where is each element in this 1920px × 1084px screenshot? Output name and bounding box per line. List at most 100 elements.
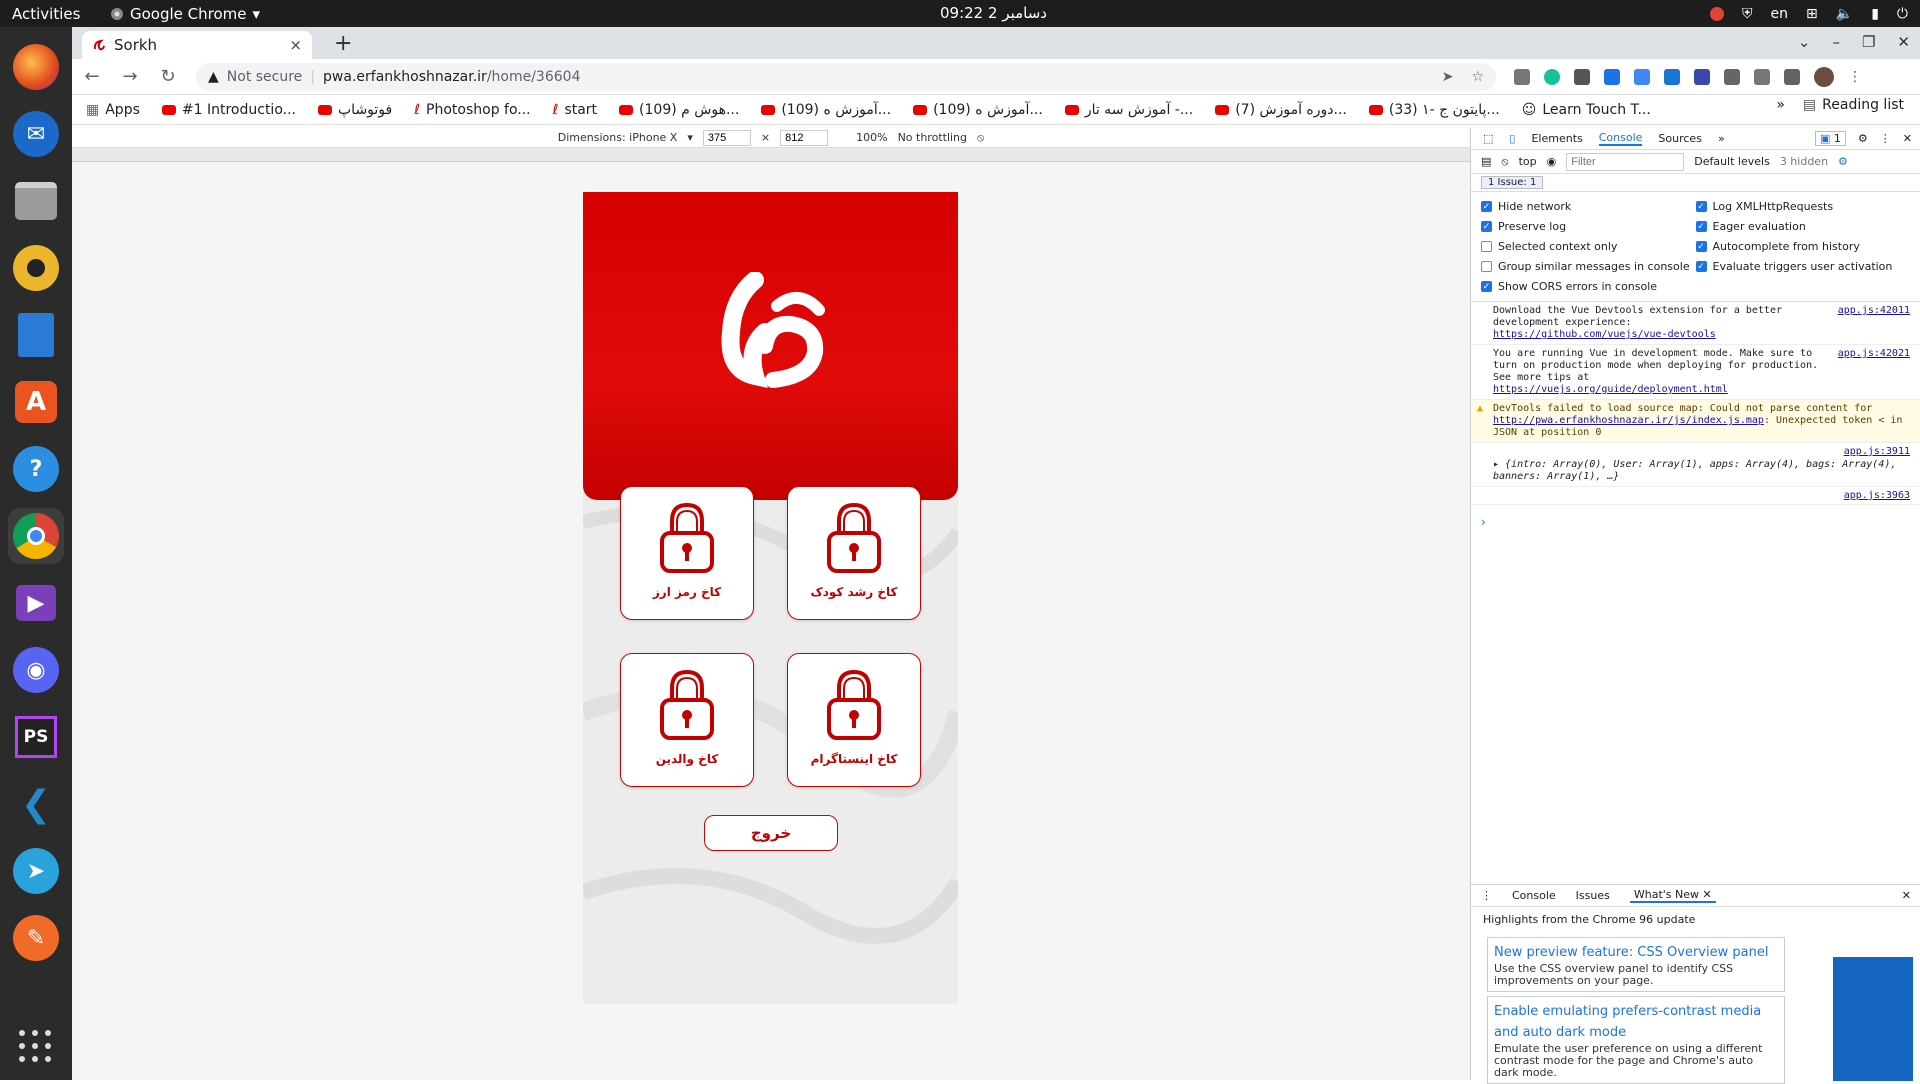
- extension-icon-7[interactable]: [1694, 68, 1710, 85]
- checkbox[interactable]: ✓: [1695, 221, 1707, 232]
- bookmark-item[interactable]: (109) آموزش ه...: [913, 102, 1043, 118]
- bookmark-apps[interactable]: ▦ Apps: [86, 102, 140, 118]
- files-icon[interactable]: [8, 173, 64, 229]
- device-toggle-icon[interactable]: ▯: [1509, 132, 1515, 145]
- issues-link[interactable]: 1 Issue: 1: [1481, 176, 1544, 189]
- context-select[interactable]: top: [1519, 155, 1537, 168]
- bookmark-item[interactable]: (33) ۱- پایتون ج...: [1368, 102, 1500, 118]
- setting-hide-network[interactable]: ✓ Hide network: [1481, 200, 1696, 213]
- console-prompt[interactable]: ›: [1471, 505, 1920, 539]
- card-instagram[interactable]: کاخ اینستاگرام: [787, 653, 921, 787]
- minimize-icon[interactable]: –: [1832, 33, 1840, 51]
- bookmark-item[interactable]: ℓ Photoshop fo...: [414, 102, 530, 118]
- card-child-growth[interactable]: کاخ رشد کودک: [787, 486, 921, 620]
- close-devtools-icon[interactable]: ✕: [1903, 132, 1912, 145]
- tab-elements[interactable]: Elements: [1531, 132, 1582, 145]
- console-filter-input[interactable]: [1566, 152, 1685, 171]
- tab-search-icon[interactable]: ⌄: [1798, 33, 1811, 51]
- maximize-icon[interactable]: ❐: [1862, 33, 1875, 51]
- message-source-link[interactable]: app.js:42021: [1838, 348, 1910, 360]
- checkbox[interactable]: ✓: [1481, 201, 1492, 212]
- extensions-puzzle-icon[interactable]: [1784, 68, 1800, 85]
- avatar[interactable]: [1814, 66, 1834, 87]
- bookmark-item[interactable]: ℓ start: [553, 102, 597, 118]
- drawer-tab-console[interactable]: Console: [1512, 889, 1556, 902]
- system-tray[interactable]: ⛨ en ⊞ 🔈 ▮ ⏻: [1710, 0, 1908, 27]
- telegram-icon[interactable]: ➤: [8, 843, 64, 899]
- tab-sorkh[interactable]: Sorkh ×: [82, 31, 312, 59]
- card-crypto[interactable]: کاخ رمز ارز: [620, 486, 754, 620]
- more-bookmarks-button[interactable]: »: [1776, 97, 1785, 113]
- bookmark-item[interactable]: (109) هوش م...: [619, 102, 739, 118]
- chrome-icon[interactable]: [8, 508, 64, 564]
- checkbox[interactable]: ✓: [1695, 261, 1707, 272]
- language-indicator[interactable]: en: [1771, 6, 1789, 22]
- vscode-icon[interactable]: ❮: [8, 776, 64, 832]
- exit-button[interactable]: خروج: [704, 815, 838, 851]
- checkbox[interactable]: ✓: [1481, 221, 1492, 232]
- news-title[interactable]: New preview feature: CSS Overview panel: [1494, 942, 1778, 963]
- settings-gear-icon[interactable]: ⚙: [1858, 132, 1868, 145]
- extension-icon-4[interactable]: [1604, 68, 1620, 85]
- setting-preserve-log[interactable]: ✓ Preserve log: [1481, 220, 1696, 233]
- bookmark-item[interactable]: آموزش سه تار -...: [1064, 102, 1193, 118]
- close-tab-icon[interactable]: ✕: [1703, 888, 1712, 901]
- news-item[interactable]: Enable emulating prefers-contrast media …: [1487, 996, 1785, 1084]
- phpstorm-icon[interactable]: PS: [8, 709, 64, 765]
- close-drawer-icon[interactable]: ✕: [1902, 889, 1911, 902]
- inspect-icon[interactable]: ⬚: [1483, 132, 1493, 145]
- not-secure-label[interactable]: Not secure: [227, 69, 303, 85]
- drawer-menu-icon[interactable]: ⋮: [1481, 889, 1492, 902]
- devtools-menu-icon[interactable]: ⋮: [1880, 132, 1891, 145]
- checkbox[interactable]: ✓: [1695, 241, 1707, 252]
- extension-icon-1[interactable]: [1514, 68, 1530, 85]
- drawer-tab-issues[interactable]: Issues: [1576, 889, 1610, 902]
- close-window-icon[interactable]: ✕: [1897, 33, 1910, 51]
- clear-console-icon[interactable]: ⦸: [1501, 155, 1508, 169]
- bookmark-item[interactable]: فوتوشاپ: [318, 102, 392, 118]
- bookmark-star-icon[interactable]: ☆: [1471, 69, 1484, 85]
- show-apps-icon[interactable]: [19, 1030, 53, 1064]
- discord-icon[interactable]: ◉: [8, 642, 64, 698]
- extension-icon-6[interactable]: [1664, 68, 1680, 85]
- news-item[interactable]: New preview feature: CSS Overview panel …: [1487, 937, 1785, 992]
- reload-icon[interactable]: ↻: [158, 66, 178, 87]
- message-link[interactable]: https://github.com/vuejs/vue-devtools: [1493, 329, 1716, 340]
- checkbox[interactable]: ✓: [1481, 281, 1492, 292]
- throttle-select[interactable]: No throttling: [898, 131, 967, 144]
- send-icon[interactable]: ➤: [1442, 69, 1454, 85]
- translate-icon[interactable]: [1634, 68, 1650, 85]
- message-link[interactable]: http://pwa.erfankhoshnazar.ir/js/index.j…: [1493, 415, 1764, 426]
- object-preview[interactable]: ▸ {intro: Array(0), User: Array(1), apps…: [1493, 459, 1896, 482]
- firefox-icon[interactable]: [8, 39, 64, 95]
- setting-selected-context[interactable]: Selected context only: [1481, 240, 1696, 253]
- clock[interactable]: دسامبر 2 09:22: [940, 4, 1047, 22]
- checkbox[interactable]: [1481, 241, 1492, 252]
- video-icon[interactable]: ▶: [8, 575, 64, 631]
- message-source-link[interactable]: app.js:3911: [1844, 446, 1910, 458]
- inkscape-icon[interactable]: ✎: [8, 910, 64, 966]
- setting-autocomplete[interactable]: ✓ Autocomplete from history: [1695, 240, 1911, 253]
- grammarly-icon[interactable]: [1544, 68, 1560, 85]
- app-menu[interactable]: Google Chrome ▾: [110, 5, 260, 23]
- new-tab-button[interactable]: +: [334, 31, 352, 56]
- message-source-link[interactable]: app.js:42011: [1838, 305, 1910, 317]
- sidebar-toggle-icon[interactable]: ▤: [1481, 155, 1491, 168]
- rhythmbox-icon[interactable]: [8, 240, 64, 296]
- omnibox[interactable]: ▲ Not secure | pwa.erfankhoshnazar.ir/ho…: [196, 62, 1496, 91]
- activities-button[interactable]: Activities: [0, 5, 110, 23]
- warning-icon[interactable]: ▲: [208, 69, 219, 85]
- setting-cors-errors[interactable]: ✓ Show CORS errors in console: [1481, 280, 1696, 293]
- card-parents[interactable]: کاخ والدین: [620, 653, 754, 787]
- extension-icon-3[interactable]: [1574, 68, 1590, 85]
- thunderbird-icon[interactable]: ✉: [8, 106, 64, 162]
- message-link[interactable]: https://vuejs.org/guide/deployment.html: [1493, 384, 1728, 395]
- reading-list-button[interactable]: ▤ Reading list: [1803, 97, 1904, 113]
- help-icon[interactable]: ?: [8, 441, 64, 497]
- setting-log-xhr[interactable]: ✓ Log XMLHttpRequests: [1695, 200, 1911, 213]
- zoom-select[interactable]: 100%: [856, 131, 887, 144]
- eyedropper-icon[interactable]: [1724, 68, 1740, 85]
- bookmark-item[interactable]: #1 Introductio...: [161, 102, 296, 118]
- device-height-input[interactable]: [780, 129, 829, 146]
- url-domain[interactable]: pwa.erfankhoshnazar.ir: [323, 69, 487, 85]
